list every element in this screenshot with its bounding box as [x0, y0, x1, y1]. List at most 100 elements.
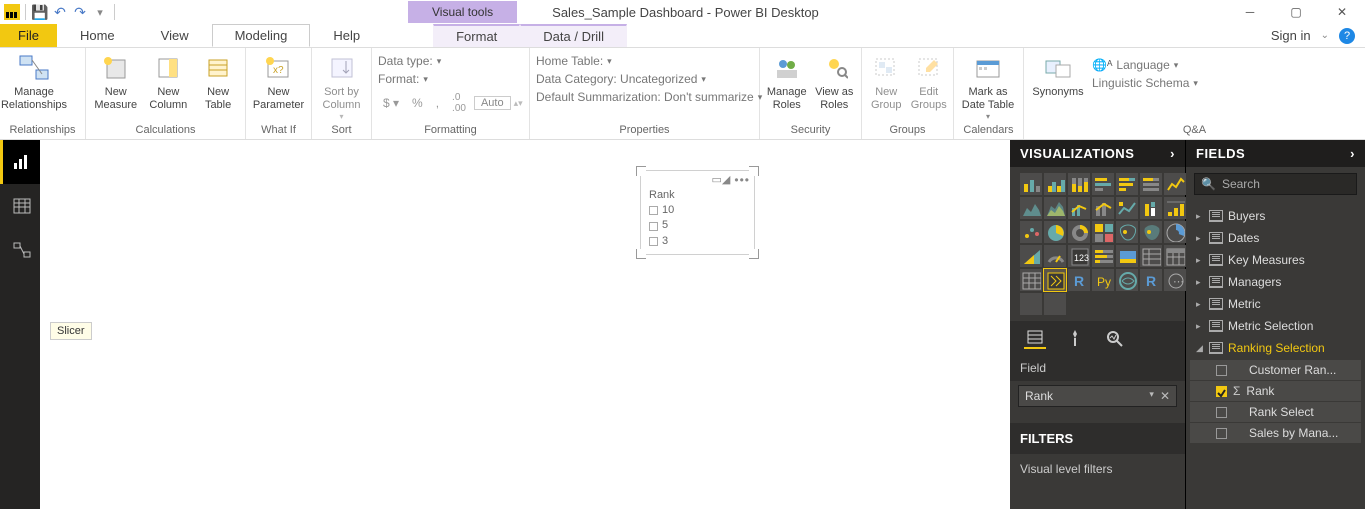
viz-type-icon[interactable] — [1068, 221, 1090, 243]
viz-type-icon[interactable] — [1116, 173, 1138, 195]
expand-icon[interactable]: ▸ — [1196, 277, 1204, 288]
redo-icon[interactable]: ↷ — [71, 3, 89, 21]
percent-format-button[interactable]: % — [407, 94, 428, 112]
save-icon[interactable]: 💾 — [31, 3, 49, 21]
resize-handle-icon[interactable] — [749, 166, 759, 176]
linguistic-schema-dropdown[interactable]: Linguistic Schema ▾ — [1092, 76, 1198, 90]
mark-as-date-table-button[interactable]: Mark asDate Table▾ — [960, 52, 1016, 122]
viz-type-icon[interactable] — [1092, 173, 1114, 195]
checkbox-icon[interactable] — [649, 206, 658, 215]
tab-view[interactable]: View — [138, 24, 212, 47]
viz-type-icon[interactable] — [1044, 221, 1066, 243]
slicer-item[interactable]: 5 — [649, 218, 746, 233]
viz-type-icon[interactable] — [1140, 221, 1162, 243]
viz-type-icon[interactable] — [1140, 173, 1162, 195]
new-parameter-button[interactable]: x?NewParameter — [252, 52, 305, 112]
expand-icon[interactable]: ▸ — [1196, 321, 1204, 332]
expand-icon[interactable]: ▸ — [1196, 255, 1204, 266]
field-item[interactable]: Customer Ran... — [1190, 359, 1361, 380]
model-view-icon[interactable] — [0, 228, 40, 272]
report-canvas[interactable]: ▭◢ ••• Rank 1053 — [40, 140, 1010, 509]
checkbox-icon[interactable] — [1216, 407, 1227, 418]
viz-type-icon[interactable] — [1020, 197, 1042, 219]
new-column-button[interactable]: NewColumn — [146, 52, 192, 112]
field-table-row[interactable]: ◢Ranking Selection — [1190, 337, 1361, 359]
language-dropdown[interactable]: 🌐ᴬ Language ▾ — [1092, 58, 1198, 72]
decimal-decrease-button[interactable]: .0.00 — [447, 90, 471, 116]
manage-roles-button[interactable]: ManageRoles — [766, 52, 808, 112]
qat-dropdown-icon[interactable]: ▾ — [91, 3, 109, 21]
viz-type-icon[interactable] — [1020, 293, 1042, 315]
viz-type-icon[interactable] — [1116, 245, 1138, 267]
viz-type-icon[interactable]: 123 — [1068, 245, 1090, 267]
default-summarization-dropdown[interactable]: Default Summarization: Don't summarize ▾ — [536, 90, 762, 104]
viz-type-icon[interactable] — [1164, 221, 1186, 243]
minimize-button[interactable]: ─ — [1227, 0, 1273, 24]
field-table-row[interactable]: ▸Metric — [1190, 293, 1361, 315]
file-tab[interactable]: File — [0, 24, 57, 47]
tab-modeling[interactable]: Modeling — [212, 24, 311, 47]
synonyms-button[interactable]: Synonyms — [1030, 52, 1086, 99]
field-item[interactable]: Sales by Mana... — [1190, 422, 1361, 443]
resize-handle-icon[interactable] — [749, 249, 759, 259]
viz-type-icon[interactable]: R — [1068, 269, 1090, 291]
checkbox-icon[interactable] — [1216, 365, 1227, 376]
data-view-icon[interactable] — [0, 184, 40, 228]
viz-type-icon[interactable] — [1092, 245, 1114, 267]
viz-type-icon[interactable] — [1140, 197, 1162, 219]
viz-type-icon[interactable] — [1164, 197, 1186, 219]
viz-type-icon[interactable] — [1092, 197, 1114, 219]
slicer-item[interactable]: 3 — [649, 234, 746, 249]
data-type-dropdown[interactable]: Data type: ▾ — [378, 54, 523, 68]
viz-type-icon[interactable] — [1164, 245, 1186, 267]
fields-search-input[interactable]: 🔍 Search — [1194, 173, 1357, 195]
close-button[interactable]: ✕ — [1319, 0, 1365, 24]
viz-type-icon[interactable] — [1044, 245, 1066, 267]
viz-type-icon[interactable] — [1140, 245, 1162, 267]
tab-format[interactable]: Format — [433, 24, 520, 47]
expand-icon[interactable]: ◢ — [1196, 343, 1204, 354]
resize-handle-icon[interactable] — [636, 166, 646, 176]
sort-by-column-button[interactable]: Sort byColumn▾ — [318, 52, 365, 122]
field-item[interactable]: ΣRank — [1190, 380, 1361, 401]
viz-type-icon[interactable] — [1116, 269, 1138, 291]
resize-handle-icon[interactable] — [636, 249, 646, 259]
viz-type-icon[interactable] — [1020, 221, 1042, 243]
help-icon[interactable]: ? — [1339, 28, 1355, 44]
new-table-button[interactable]: NewTable — [197, 52, 239, 112]
home-table-dropdown[interactable]: Home Table: ▾ — [536, 54, 762, 68]
viz-type-icon[interactable] — [1044, 173, 1066, 195]
new-group-button[interactable]: NewGroup — [868, 52, 905, 112]
currency-format-button[interactable]: $ ▾ — [378, 94, 404, 112]
viz-type-icon[interactable] — [1020, 173, 1042, 195]
field-table-row[interactable]: ▸Buyers — [1190, 205, 1361, 227]
field-dropdown-icon[interactable]: ▾ — [1149, 389, 1154, 403]
viz-type-icon[interactable] — [1068, 197, 1090, 219]
slicer-visual[interactable]: ▭◢ ••• Rank 1053 — [640, 170, 755, 255]
report-view-icon[interactable] — [0, 140, 40, 184]
view-as-roles-button[interactable]: View asRoles — [814, 52, 856, 112]
analytics-tab-icon[interactable] — [1104, 327, 1126, 349]
viz-type-icon[interactable]: Py — [1092, 269, 1114, 291]
collapse-panel-icon[interactable]: › — [1350, 146, 1355, 161]
viz-type-icon[interactable] — [1020, 245, 1042, 267]
fields-tab-icon[interactable] — [1024, 327, 1046, 349]
field-well-rank[interactable]: Rank ▾✕ — [1018, 385, 1177, 407]
viz-type-icon[interactable] — [1092, 221, 1114, 243]
field-table-row[interactable]: ▸Key Measures — [1190, 249, 1361, 271]
viz-type-icon[interactable]: R — [1140, 269, 1162, 291]
chevron-down-icon[interactable]: ⌄ — [1321, 30, 1329, 41]
viz-type-icon[interactable] — [1068, 173, 1090, 195]
checkbox-icon[interactable] — [1216, 386, 1227, 397]
sign-in-link[interactable]: Sign in — [1271, 28, 1311, 43]
expand-icon[interactable]: ▸ — [1196, 233, 1204, 244]
tab-help[interactable]: Help — [310, 24, 383, 47]
remove-field-icon[interactable]: ✕ — [1160, 389, 1170, 403]
expand-icon[interactable]: ▸ — [1196, 211, 1204, 222]
slicer-item[interactable]: 10 — [649, 203, 746, 218]
viz-type-icon[interactable] — [1116, 221, 1138, 243]
format-dropdown[interactable]: Format: ▾ — [378, 72, 523, 86]
expand-icon[interactable]: ▸ — [1196, 299, 1204, 310]
data-category-dropdown[interactable]: Data Category: Uncategorized ▾ — [536, 72, 762, 86]
new-measure-button[interactable]: NewMeasure — [92, 52, 140, 112]
